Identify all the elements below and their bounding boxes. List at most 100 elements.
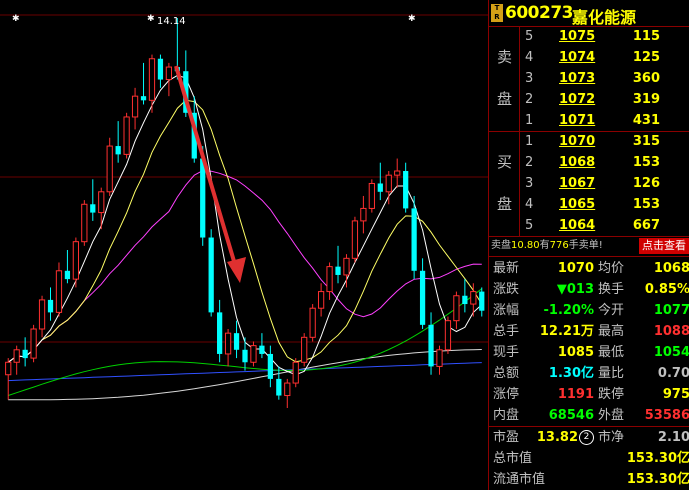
ma20-line — [7, 170, 482, 363]
buy-book-row[interactable]: 3 1067 126 — [519, 173, 689, 194]
sell-book-row[interactable]: 5 1075 115 — [519, 26, 689, 47]
sell-side-label: 卖 盘 — [489, 26, 520, 131]
order-volume: 667 — [632, 218, 660, 233]
candle-body — [90, 204, 96, 213]
candle-body — [360, 207, 367, 222]
quote-row-change: 涨跌 ▼013 换手 0.85% — [489, 279, 689, 300]
candle-body — [140, 96, 147, 101]
level: 4 — [525, 197, 534, 212]
price-change: ▼013 — [556, 282, 594, 297]
candle-body — [385, 174, 392, 193]
quote-row-valuation: 市盈 13.82 2 市净 2.10 — [489, 427, 689, 448]
quote-row-floatcap: 流通市值 153.30亿 — [489, 469, 689, 490]
candle-body — [72, 241, 79, 280]
stock-code[interactable]: 600273 — [505, 3, 573, 23]
order-price[interactable]: 1064 — [559, 215, 595, 236]
quote-row-latest: 最新 1070 均价 1068 — [489, 258, 689, 279]
order-price[interactable]: 1065 — [559, 194, 595, 215]
current-hand: 1085 — [557, 345, 594, 360]
sell-book-row[interactable]: 3 1073 360 — [519, 68, 689, 89]
level: 4 — [525, 50, 534, 65]
candle-body — [131, 95, 139, 118]
order-volume: 315 — [632, 134, 660, 149]
candle-body — [242, 349, 248, 363]
candle-body — [55, 270, 63, 313]
sell-order-book: 卖 盘 5 1075 115 4 1074 125 3 1073 360 2 1072 319 1 107… — [489, 26, 689, 131]
candle-body — [470, 291, 477, 305]
buy-book-row[interactable]: 4 1065 153 — [519, 194, 689, 215]
candle-body — [98, 191, 105, 214]
trend-arrow-head — [227, 257, 246, 283]
candle-body — [309, 307, 316, 338]
order-price[interactable]: 1068 — [559, 152, 595, 173]
candle-body — [123, 116, 130, 155]
level: 5 — [525, 29, 534, 44]
quote-panel: TR 600273 嘉化能源 卖 盘 5 1075 115 4 1074 125 3 1073… — [488, 0, 689, 490]
stock-header: TR 600273 嘉化能源 — [489, 0, 689, 27]
order-price[interactable]: 1071 — [559, 110, 595, 131]
candle-body — [444, 320, 452, 351]
candle-body — [403, 171, 409, 209]
stock-name[interactable]: 嘉化能源 — [572, 4, 636, 28]
candle-body — [224, 332, 232, 355]
candle-body — [208, 237, 214, 313]
candle-body — [165, 66, 173, 81]
quote-row-volume: 总手 12.21万 最高 1088 — [489, 321, 689, 342]
order-price[interactable]: 1067 — [559, 173, 595, 194]
candle-body — [30, 328, 37, 359]
marker-star-icon: ✱ — [12, 14, 20, 24]
order-volume: 360 — [632, 71, 660, 86]
kline-chart[interactable]: ✱ ✱ ✱ 14.14 — [0, 0, 488, 490]
candle-body — [22, 349, 28, 359]
candle-body — [267, 353, 273, 379]
level: 3 — [525, 176, 534, 191]
candle-body — [462, 295, 468, 305]
candle-body — [351, 220, 359, 259]
quote-row-limit: 涨停 1191 跌停 975 — [489, 384, 689, 405]
sell-book-row[interactable]: 4 1074 125 — [519, 47, 689, 68]
buy-order-book: 买 盘 1 1070 315 2 1068 153 3 1067 126 4 1065 153 5 106… — [489, 131, 689, 236]
chart-grid — [0, 14, 488, 343]
candle-body — [276, 378, 282, 396]
order-price[interactable]: 1075 — [559, 26, 595, 47]
order-volume: 153 — [632, 197, 660, 212]
buy-book-row[interactable]: 5 1064 667 — [519, 215, 689, 236]
trend-arrow-shaft — [174, 65, 238, 269]
total-amount: 1.30亿 — [548, 366, 594, 381]
low-price: 1054 — [653, 345, 689, 360]
order-volume: 319 — [632, 92, 660, 107]
candle-body — [377, 183, 383, 192]
buy-book-row[interactable]: 2 1068 153 — [519, 152, 689, 173]
candle-body — [38, 299, 46, 330]
order-price[interactable]: 1074 — [559, 47, 595, 68]
candle-body — [335, 266, 341, 275]
candle-body — [157, 58, 164, 80]
high-price-label: 14.14 — [157, 16, 186, 27]
view-details-button[interactable]: 点击查看 — [639, 238, 689, 254]
candle-body — [343, 257, 350, 276]
order-volume: 126 — [632, 176, 660, 191]
quote-row-inout: 内盘 68546 外盘 53586 — [489, 405, 689, 426]
sell-book-row[interactable]: 1 1071 431 — [519, 110, 689, 131]
quote-row-amount: 总额 1.30亿 量比 0.70 — [489, 363, 689, 384]
candle-body — [13, 349, 20, 363]
candle-body — [317, 291, 325, 309]
total-volume: 12.21万 — [539, 324, 594, 339]
order-volume: 153 — [632, 155, 660, 170]
level: 5 — [525, 218, 534, 233]
candle-body — [301, 336, 308, 363]
candle-body — [326, 266, 333, 293]
level: 1 — [525, 113, 534, 128]
candle-body — [284, 382, 291, 397]
pb-ratio: 2.10 — [657, 430, 689, 445]
order-price[interactable]: 1073 — [559, 68, 595, 89]
order-price[interactable]: 1070 — [559, 131, 595, 152]
order-alert-text: 卖盘10.80有776手卖单! — [491, 240, 603, 251]
order-price[interactable]: 1072 — [559, 89, 595, 110]
sell-book-row[interactable]: 2 1072 319 — [519, 89, 689, 110]
candle-body — [428, 324, 434, 367]
candle-body — [47, 299, 54, 313]
buy-book-row[interactable]: 1 1070 315 — [519, 131, 689, 152]
inner-volume: 68546 — [548, 408, 594, 423]
order-volume: 431 — [632, 113, 660, 128]
